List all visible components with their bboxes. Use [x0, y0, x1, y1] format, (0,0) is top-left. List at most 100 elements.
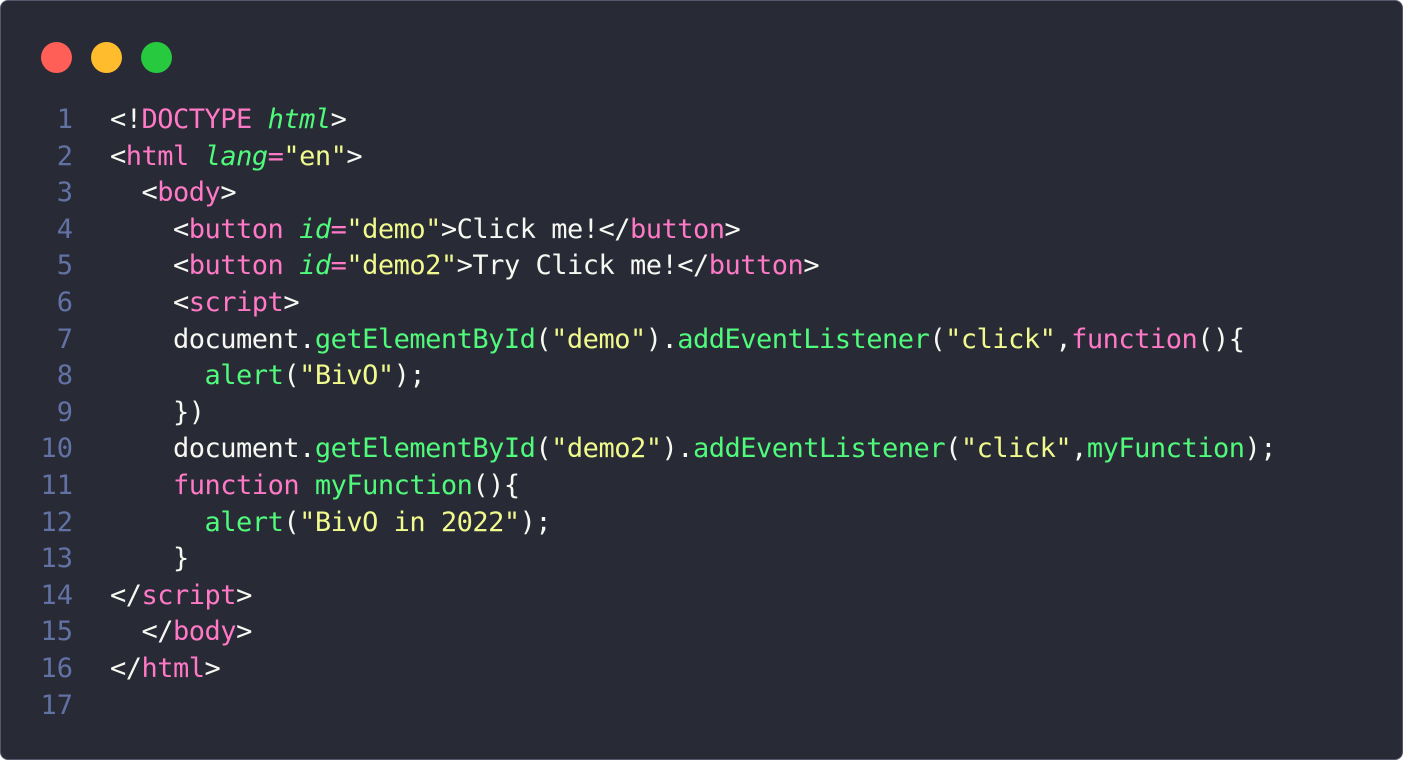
code-token: body [173, 616, 237, 648]
code-token: html [141, 652, 206, 684]
code-token: ( [283, 360, 300, 392]
code-token: = [330, 250, 347, 282]
code-token: alert [204, 506, 284, 538]
code-token: DOCTYPE [141, 104, 253, 135]
code-token: button [188, 213, 284, 245]
line-number: 3 [56, 177, 73, 209]
code-token: > [236, 616, 252, 648]
code-token: "demo" [346, 213, 441, 245]
code-token: "demo2" [551, 433, 662, 465]
code-token: getElementById [314, 323, 536, 355]
code-token: html [125, 140, 190, 172]
close-dot-icon [41, 42, 72, 73]
line-source: <script> [110, 285, 300, 322]
code-token: > [204, 652, 221, 684]
line-source: <html lang="en"> [110, 139, 363, 176]
line-source: alert("BivO"); [110, 358, 426, 395]
code-token: id [299, 250, 331, 282]
code-token: function [1071, 323, 1198, 355]
code-token: myFunction [1086, 433, 1245, 465]
code-token: ( [535, 433, 552, 465]
code-token: ( [283, 506, 300, 538]
code-token: lang [204, 140, 269, 172]
code-token: > [283, 286, 300, 318]
code-token: < [110, 250, 189, 282]
line-number: 2 [56, 140, 73, 172]
line-number: 16 [40, 652, 73, 684]
line-source: </body> [110, 614, 253, 651]
code-token: alert [204, 360, 284, 392]
line-source: </html> [110, 651, 221, 688]
line-number: 15 [40, 616, 73, 648]
code-token: <! [110, 104, 142, 135]
line-number: 17 [40, 689, 73, 721]
code-token: , [1071, 433, 1087, 465]
code-token: } [110, 543, 189, 575]
code-token: button [708, 250, 804, 282]
code-token: ( [945, 433, 961, 465]
line-source: <!DOCTYPE html> [110, 102, 347, 139]
code-token: "en" [283, 140, 347, 172]
code-token: > [724, 213, 741, 245]
line-source: } [110, 541, 189, 578]
minimize-dot-icon [91, 42, 122, 73]
line-source: <button id="demo">Click me!</button> [110, 212, 741, 249]
line-source: alert("BivO in 2022"); [110, 505, 552, 542]
code-token: button [630, 213, 725, 245]
code-token: </ [110, 616, 174, 648]
line-source: }) [110, 395, 205, 432]
code-token: getElementById [314, 433, 536, 465]
code-token: ); [519, 506, 552, 538]
code-token: , [1055, 323, 1072, 355]
line-number: 10 [40, 433, 73, 465]
code-token: "click" [960, 433, 1072, 465]
code-token: >Click me!</ [440, 213, 631, 245]
code-token: document. [110, 323, 315, 355]
code-token: > [236, 579, 252, 611]
line-number: 12 [40, 506, 73, 538]
code-token: < [110, 286, 189, 318]
code-token: myFunction [314, 469, 473, 501]
code-token: document. [110, 433, 315, 465]
line-number: 8 [56, 360, 73, 392]
code-token: "demo" [551, 323, 646, 355]
code-token: > [330, 104, 347, 135]
line-number: 5 [56, 250, 73, 282]
code-token: ( [535, 323, 552, 355]
code-token: > [220, 177, 237, 209]
line-source: </script> [110, 578, 252, 615]
code-token: "demo2" [346, 250, 457, 282]
line-number: 11 [40, 469, 73, 501]
line-number: 9 [56, 396, 73, 428]
code-token: id [299, 213, 331, 245]
code-token: "BivO in 2022" [299, 506, 520, 538]
code-token: ); [393, 360, 426, 392]
code-window: 1 <!DOCTYPE html> 2 <html lang="en"> 3 <body… [0, 0, 1403, 760]
code-token: ). [661, 433, 693, 465]
maximize-dot-icon [141, 42, 172, 73]
code-token: > [346, 140, 363, 172]
code-token: </ [110, 579, 142, 611]
code-token: body [157, 177, 221, 209]
line-number: 14 [40, 579, 73, 611]
code-token: (){ [472, 469, 520, 501]
code-token: addEventListener [692, 433, 946, 465]
line-source: function myFunction(){ [110, 468, 520, 505]
code-token: > [803, 250, 820, 282]
window-controls [41, 42, 172, 73]
code-token: ). [645, 323, 678, 355]
code-token: "BivO" [299, 360, 394, 392]
line-source: <body> [110, 175, 237, 212]
code-token: script [188, 286, 284, 318]
code-token: addEventListener [677, 323, 930, 355]
line-source: <button id="demo2">Try Click me!</button… [110, 248, 820, 285]
code-token: = [330, 213, 347, 245]
code-token: < [110, 177, 158, 209]
code-token: function [173, 469, 300, 501]
